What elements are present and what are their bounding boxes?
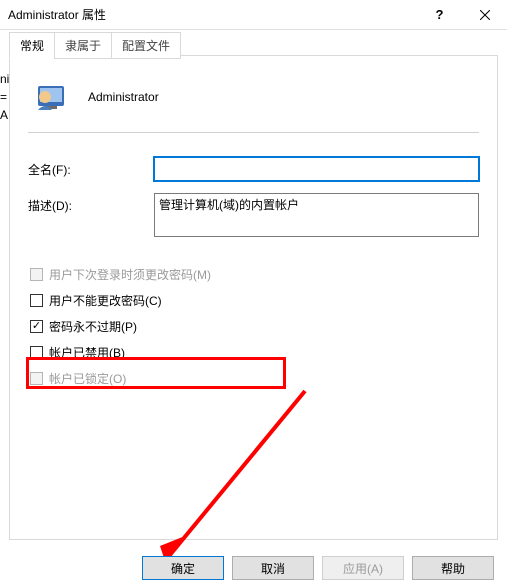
titlebar: Administrator 属性 ?: [0, 0, 507, 30]
user-name: Administrator: [88, 90, 159, 104]
tab-general[interactable]: 常规: [9, 32, 55, 59]
check-neverexpire[interactable]: 密码永不过期(P): [28, 313, 479, 339]
divider: [28, 132, 479, 133]
button-row: 确定 取消 应用(A) 帮助: [9, 556, 498, 580]
apply-button[interactable]: 应用(A): [322, 556, 404, 580]
label-desc: 描述(D):: [28, 193, 154, 214]
cancel-button[interactable]: 取消: [232, 556, 314, 580]
label-fullname: 全名(F):: [28, 161, 154, 178]
row-desc: 描述(D):: [28, 193, 479, 237]
user-icon: [34, 80, 68, 114]
checkbox-group: 用户下次登录时须更改密码(M) 用户不能更改密码(C) 密码永不过期(P) 帐户…: [28, 261, 479, 391]
help-button[interactable]: ?: [417, 0, 462, 30]
checkbox-icon: [30, 372, 43, 385]
tab-memberof[interactable]: 隶属于: [54, 32, 112, 59]
tab-profile[interactable]: 配置文件: [111, 32, 181, 59]
tabstrip: 常规 隶属于 配置文件: [9, 32, 498, 59]
row-fullname: 全名(F):: [28, 157, 479, 181]
input-fullname[interactable]: [154, 157, 479, 181]
check-label: 用户下次登录时须更改密码(M): [49, 266, 211, 283]
checkbox-icon: [30, 294, 43, 307]
annotation-arrow: [130, 386, 310, 576]
user-header: Administrator: [34, 80, 479, 114]
close-icon: [480, 10, 490, 20]
input-desc[interactable]: [154, 193, 479, 237]
check-cannotchange[interactable]: 用户不能更改密码(C): [28, 287, 479, 313]
checkbox-icon: [30, 346, 43, 359]
window-title: Administrator 属性: [8, 6, 417, 23]
close-button[interactable]: [462, 0, 507, 30]
check-label: 用户不能更改密码(C): [49, 292, 162, 309]
check-label: 帐户已禁用(B): [49, 344, 125, 361]
dialog-body: 常规 隶属于 配置文件 Administrator 全名(F): 描述(D):: [9, 32, 498, 580]
check-label: 帐户已锁定(O): [49, 370, 126, 387]
check-disabled[interactable]: 帐户已禁用(B): [28, 339, 479, 365]
help-button-bottom[interactable]: 帮助: [412, 556, 494, 580]
tab-panel-general: Administrator 全名(F): 描述(D): 用户下次登录时须更改密码…: [9, 55, 498, 540]
check-label: 密码永不过期(P): [49, 318, 137, 335]
checkbox-icon: [30, 320, 43, 333]
check-locked: 帐户已锁定(O): [28, 365, 479, 391]
check-mustchange: 用户下次登录时须更改密码(M): [28, 261, 479, 287]
ok-button[interactable]: 确定: [142, 556, 224, 580]
checkbox-icon: [30, 268, 43, 281]
